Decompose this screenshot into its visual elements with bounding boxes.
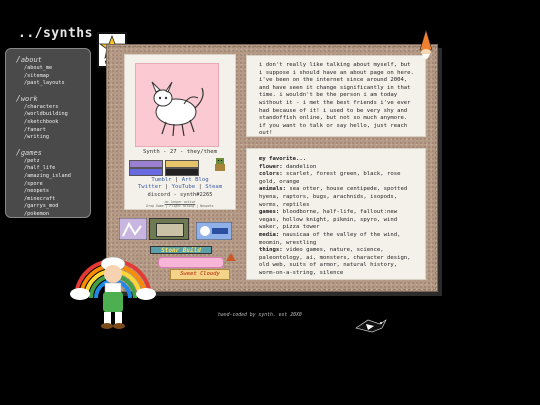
web-button-1[interactable] — [129, 160, 163, 168]
pride-stamp: Stonr Build — [150, 246, 212, 254]
forest-stamp — [149, 218, 189, 240]
sidebar-item-minecraft[interactable]: /minecraft — [24, 196, 86, 204]
sidebar-item-past-layouts[interactable]: /past_layouts — [24, 80, 86, 88]
profile-card: Synth - 27 - they/them Tumblr | Art Blog… — [124, 54, 236, 210]
favorite-things: things: video games, nature, science, pa… — [259, 247, 411, 276]
sidebar-section-games: /games — [16, 147, 42, 157]
favorites-title: my favorite... — [259, 156, 307, 162]
sidebar-item-characters[interactable]: /characters — [24, 104, 86, 112]
footer-credit: hand-coded by synth. est 20X0 — [218, 313, 302, 318]
sidebar-section-work: /work — [16, 93, 38, 103]
profile-name: Synth - 27 - they/them — [142, 149, 218, 155]
sidebar-item-sitemap[interactable]: /sitemap — [24, 73, 86, 81]
fox-icon — [226, 253, 236, 261]
sidebar-item-amazing-island[interactable]: /amazing_island — [24, 173, 86, 181]
sidebar-nav: /about /about_me /sitemap /past_layouts … — [5, 48, 91, 218]
pixel-figure-icon — [215, 158, 225, 171]
youtube-link[interactable]: YouTube — [172, 184, 196, 190]
web-buttons — [129, 156, 231, 176]
sidebar-item-worldbuilding[interactable]: /worldbuilding — [24, 111, 86, 119]
sidebar-item-pokemon[interactable]: /pokemon — [24, 211, 86, 219]
pink-stamp — [158, 257, 224, 268]
avatar — [135, 63, 219, 147]
creature-avatar-icon — [151, 81, 204, 137]
favorites-card: my favorite... flower: dandelion colors:… — [246, 148, 426, 280]
about-text: i don't really like talking about myself… — [259, 62, 414, 137]
steam-link[interactable]: Steam — [205, 184, 222, 190]
favorite-colors: colors: scarlet, forest green, black, ro… — [259, 171, 401, 185]
sidebar-item-petz[interactable]: /petz — [24, 158, 86, 166]
sidebar-item-garrys-mod[interactable]: /garrys_mod — [24, 203, 86, 211]
profile-links: Tumblr | Art Blog Twitter | YouTube | St… — [137, 177, 223, 190]
sidebar-item-sketchbook[interactable]: /sketchbook — [24, 119, 86, 127]
web-button-2[interactable] — [165, 160, 199, 168]
site-title[interactable]: ../synths — [18, 26, 93, 41]
web-button-4[interactable] — [165, 168, 199, 176]
web-button-3[interactable] — [129, 168, 163, 176]
sidebar-item-spore[interactable]: /spore — [24, 181, 86, 189]
profile-small-links: no longer active Drop Game | Flight Risi… — [125, 200, 235, 208]
gnome-icon — [419, 30, 433, 59]
sidebar-item-fanart[interactable]: /fanart — [24, 127, 86, 135]
discord-handle: discord - synth#2265 — [147, 192, 213, 198]
art-blog-link[interactable]: Art Blog — [182, 177, 209, 183]
tumblr-link[interactable]: Tumblr — [151, 177, 171, 183]
sidebar-section-about: /about — [16, 55, 42, 64]
favorite-animals: animals: sea otter, house centipede, spo… — [259, 186, 408, 208]
sticker-stamp: Sweet Cloudy — [170, 269, 230, 280]
magpie-icon — [355, 319, 387, 333]
favorite-flower: flower: dandelion — [259, 163, 317, 170]
favorite-games: games: bloodborne, half-life, fallout:ne… — [259, 209, 398, 231]
about-card: i don't really like talking about myself… — [246, 55, 426, 137]
pixel-bird-stamp-icon — [196, 222, 232, 240]
favorite-media: media: nausicaa of the valley of the win… — [259, 231, 401, 246]
creature-stamp-icon — [119, 218, 147, 240]
rainbow-luigi-icon — [70, 256, 156, 329]
sidebar-item-writing[interactable]: /writing — [24, 134, 86, 142]
sidebar-item-neopets[interactable]: /neopets — [24, 188, 86, 196]
sidebar-item-about-me[interactable]: /about_me — [24, 65, 86, 73]
twitter-link[interactable]: Twitter — [138, 184, 162, 190]
sidebar-item-half-life[interactable]: /half_life — [24, 165, 86, 173]
game-links[interactable]: Drop Game | Flight Rising | Neopets — [125, 204, 235, 208]
